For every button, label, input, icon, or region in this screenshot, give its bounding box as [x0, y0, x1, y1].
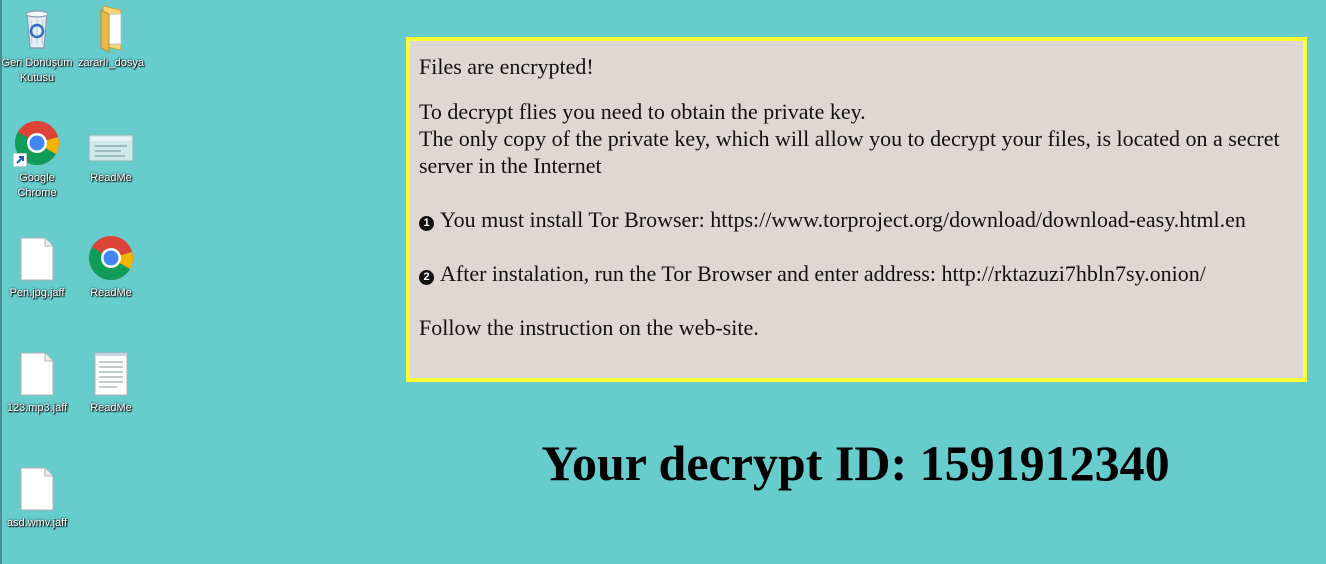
- desktop-icon-label: Geri Dönüşüm Kutusu: [1, 57, 73, 84]
- chrome-icon: [87, 234, 135, 282]
- ransom-note-panel: Files are encrypted! To decrypt flies yo…: [406, 37, 1307, 382]
- decrypt-id-text: Your decrypt ID: 1591912340: [541, 435, 1170, 491]
- desktop-icon-label: ReadMe: [90, 287, 132, 299]
- note-step-1: 1 You must install Tor Browser: https://w…: [419, 206, 1295, 233]
- desktop-icon-readme-html[interactable]: ReadMe: [75, 119, 147, 186]
- desktop-icon-folder[interactable]: zararlı_dosya: [75, 4, 147, 71]
- desktop-icon-label: Google Chrome: [17, 172, 57, 199]
- desktop-icon-label: 123.mp3.jaff: [6, 402, 68, 414]
- desktop-icon-label: zararlı_dosya: [77, 57, 145, 69]
- chrome-icon: [13, 119, 61, 167]
- desktop-icon-label: asd.wmv.jaff: [6, 517, 68, 529]
- folder-icon: [87, 4, 135, 53]
- desktop-icon-label: ReadMe: [90, 402, 132, 414]
- note-heading: Files are encrypted!: [419, 54, 594, 79]
- file-icon: [13, 349, 61, 397]
- html-file-icon: [87, 119, 135, 167]
- recycle-bin-icon: [13, 4, 61, 52]
- desktop-icon-recycle-bin[interactable]: Geri Dönüşüm Kutusu: [1, 4, 73, 86]
- desktop-icon-google-chrome[interactable]: Google Chrome: [1, 119, 73, 201]
- note-line-secret-server: The only copy of the private key, which …: [419, 126, 1280, 178]
- note-line-private-key: To decrypt flies you need to obtain the …: [419, 99, 866, 124]
- desktop-icon-readme-chrome[interactable]: ReadMe: [75, 234, 147, 301]
- decrypt-id-heading: Your decrypt ID: 1591912340: [0, 434, 1326, 492]
- desktop-icon-label: ReadMe: [90, 172, 132, 184]
- step-2-bullet-icon: 2: [419, 270, 434, 285]
- note-footer: Follow the instruction on the web-site.: [419, 315, 759, 340]
- desktop-icon-123-mp3-jaff[interactable]: 123.mp3.jaff: [1, 349, 73, 416]
- file-icon: [13, 234, 61, 282]
- step-1-bullet-icon: 1: [419, 216, 434, 231]
- desktop-icon-readme-text[interactable]: ReadMe: [75, 349, 147, 416]
- note-step-1-text: You must install Tor Browser: https://ww…: [440, 207, 1246, 232]
- desktop-icon-label: Pen.jpg.jaff: [9, 287, 65, 299]
- desktop-icon-pen-jpg-jaff[interactable]: Pen.jpg.jaff: [1, 234, 73, 301]
- note-step-2: 2 After instalation, run the Tor Browser …: [419, 260, 1295, 287]
- note-step-2-text: After instalation, run the Tor Browser a…: [440, 261, 1206, 286]
- text-file-icon: [87, 349, 135, 397]
